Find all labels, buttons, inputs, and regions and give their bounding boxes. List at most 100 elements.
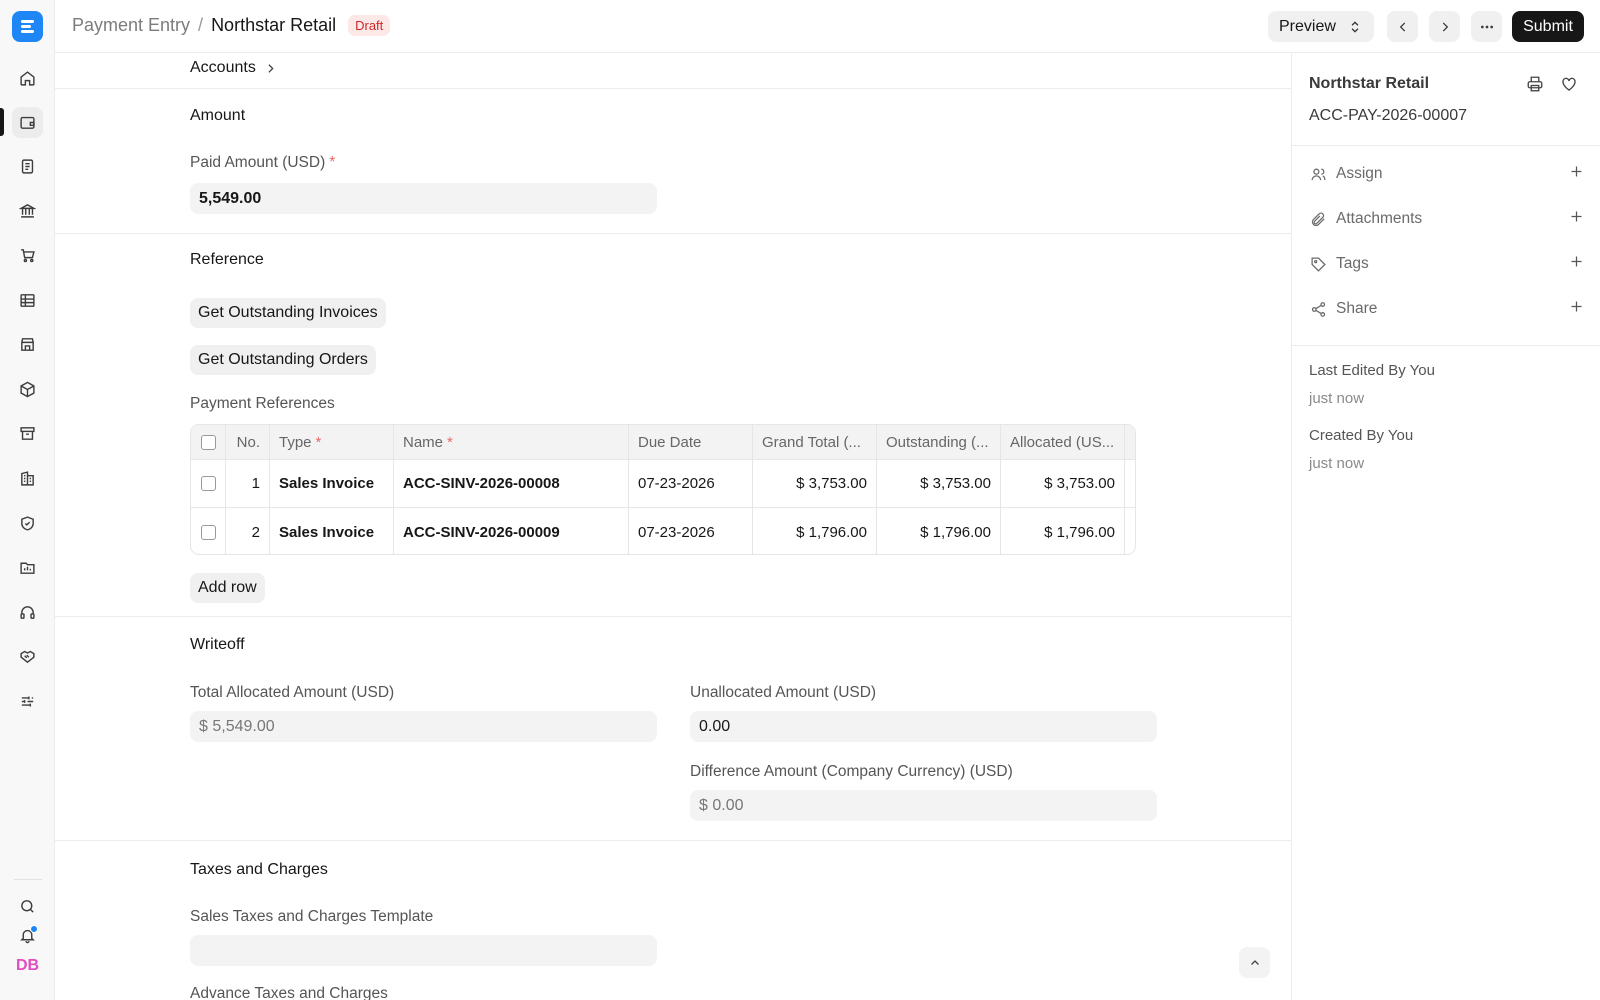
section-divider <box>55 840 1291 841</box>
scroll-to-top-button[interactable] <box>1239 947 1270 978</box>
row-allocated[interactable]: $ 1,796.00 <box>1001 508 1125 554</box>
row-select-cell <box>191 508 226 554</box>
row-due-date[interactable]: 07-23-2026 <box>629 460 753 507</box>
unallocated-field[interactable]: 0.00 <box>690 711 1157 742</box>
gear-icon[interactable] <box>1134 434 1136 450</box>
preview-button[interactable]: Preview <box>1268 11 1374 42</box>
required-marker: * <box>447 433 453 451</box>
table-row[interactable]: 2 Sales Invoice ACC-SINV-2026-00009 07-2… <box>191 508 1136 554</box>
unallocated-label: Unallocated Amount (USD) <box>690 684 877 701</box>
plus-icon[interactable] <box>1569 299 1584 319</box>
printer-icon[interactable] <box>1526 75 1544 97</box>
required-marker: * <box>329 154 336 171</box>
wallet-icon[interactable] <box>12 107 43 138</box>
archive-icon[interactable] <box>12 418 43 449</box>
building-icon[interactable] <box>12 463 43 494</box>
row-checkbox[interactable] <box>200 476 216 491</box>
row-no: 1 <box>226 460 270 507</box>
row-outstanding[interactable]: $ 1,796.00 <box>877 508 1001 554</box>
row-checkbox[interactable] <box>200 524 216 540</box>
row-name[interactable]: ACC-SINV-2026-00009 <box>394 508 629 554</box>
preview-label: Preview <box>1279 17 1336 35</box>
topbar: Payment Entry / Northstar Retail Draft P… <box>55 0 1600 53</box>
get-outstanding-orders-button[interactable]: Get Outstanding Orders <box>190 345 376 375</box>
row-outstanding[interactable]: $ 3,753.00 <box>877 460 1001 507</box>
assign-label: Assign <box>1336 165 1383 182</box>
handshake-icon[interactable] <box>12 641 43 672</box>
row-edit-cell <box>1125 460 1136 507</box>
folder-chart-icon[interactable] <box>12 552 43 583</box>
plus-icon[interactable] <box>1569 209 1584 229</box>
required-marker: * <box>315 433 322 451</box>
store-icon[interactable] <box>12 329 43 360</box>
breadcrumb-parent[interactable]: Payment Entry <box>72 15 190 36</box>
breadcrumb-separator: / <box>198 15 204 35</box>
notification-dot <box>30 925 38 933</box>
tax-template-input[interactable] <box>190 935 657 966</box>
table-icon[interactable] <box>12 285 43 316</box>
share-row[interactable]: Share <box>1309 297 1584 321</box>
chevron-up-icon <box>1250 959 1259 965</box>
get-outstanding-invoices-button[interactable]: Get Outstanding Invoices <box>190 298 386 328</box>
attachments-row[interactable]: Attachments <box>1309 207 1584 231</box>
assign-row[interactable]: Assign <box>1309 162 1584 186</box>
avatar[interactable]: DB <box>12 957 43 979</box>
bell-icon[interactable] <box>12 920 43 951</box>
prev-doc-button[interactable] <box>1387 11 1418 42</box>
pencil-icon[interactable] <box>1135 525 1136 539</box>
col-name: Name * <box>394 425 629 459</box>
submit-button[interactable]: Submit <box>1512 11 1584 42</box>
payment-references-table: No. Type * Name * Due Date Grand Total (..… <box>190 424 1136 555</box>
row-name[interactable]: ACC-SINV-2026-00008 <box>394 460 629 507</box>
row-type[interactable]: Sales Invoice <box>270 460 394 507</box>
package-icon[interactable] <box>12 374 43 405</box>
pencil-icon[interactable] <box>1135 477 1136 491</box>
accounts-section-toggle[interactable]: Accounts <box>190 59 277 77</box>
next-doc-button[interactable] <box>1429 11 1460 42</box>
share-icon <box>1309 300 1327 318</box>
section-divider <box>55 233 1291 234</box>
sidebar-divider <box>14 879 42 880</box>
select-all-cell <box>191 425 226 459</box>
select-all-checkbox[interactable] <box>200 434 216 450</box>
cart-icon[interactable] <box>12 240 43 271</box>
paperclip-icon <box>1309 210 1327 228</box>
add-row-button[interactable]: Add row <box>190 573 265 603</box>
app-logo[interactable] <box>12 11 43 42</box>
row-grand-total[interactable]: $ 1,796.00 <box>753 508 877 554</box>
tags-label: Tags <box>1336 255 1369 272</box>
sidebar-panel: Northstar Retail ACC-PAY-2026-00007 Assi… <box>1291 53 1600 1000</box>
search-icon[interactable] <box>12 891 43 922</box>
last-edited-time: just now <box>1309 390 1365 407</box>
sliders-icon[interactable] <box>12 686 43 717</box>
row-type[interactable]: Sales Invoice <box>270 508 394 554</box>
table-row[interactable]: 1 Sales Invoice ACC-SINV-2026-00008 07-2… <box>191 460 1136 508</box>
row-grand-total[interactable]: $ 3,753.00 <box>753 460 877 507</box>
document-icon[interactable] <box>12 151 43 182</box>
more-actions-button[interactable] <box>1471 11 1502 42</box>
headset-icon[interactable] <box>12 597 43 628</box>
section-divider <box>55 616 1291 617</box>
created-label: Created By You <box>1309 427 1414 444</box>
home-icon[interactable] <box>12 63 43 94</box>
chevron-right-icon <box>1442 21 1448 32</box>
shield-icon[interactable] <box>12 508 43 539</box>
heart-icon[interactable] <box>1560 75 1578 97</box>
panel-divider <box>1292 145 1600 146</box>
share-label: Share <box>1336 300 1378 317</box>
total-allocated-field: $ 5,549.00 <box>190 711 657 742</box>
paid-amount-input[interactable]: 5,549.00 <box>190 183 657 214</box>
status-badge: Draft <box>348 15 391 36</box>
chevron-left-icon <box>1399 21 1405 32</box>
tags-row[interactable]: Tags <box>1309 252 1584 276</box>
amount-section-title: Amount <box>190 107 246 124</box>
plus-icon[interactable] <box>1569 254 1584 274</box>
plus-icon[interactable] <box>1569 164 1584 184</box>
created-time: just now <box>1309 455 1365 472</box>
tax-template-label: Sales Taxes and Charges Template <box>190 908 434 925</box>
bank-icon[interactable] <box>12 195 43 226</box>
column-settings-cell <box>1125 425 1136 459</box>
row-allocated[interactable]: $ 3,753.00 <box>1001 460 1125 507</box>
col-due-date: Due Date <box>629 425 753 459</box>
row-due-date[interactable]: 07-23-2026 <box>629 508 753 554</box>
